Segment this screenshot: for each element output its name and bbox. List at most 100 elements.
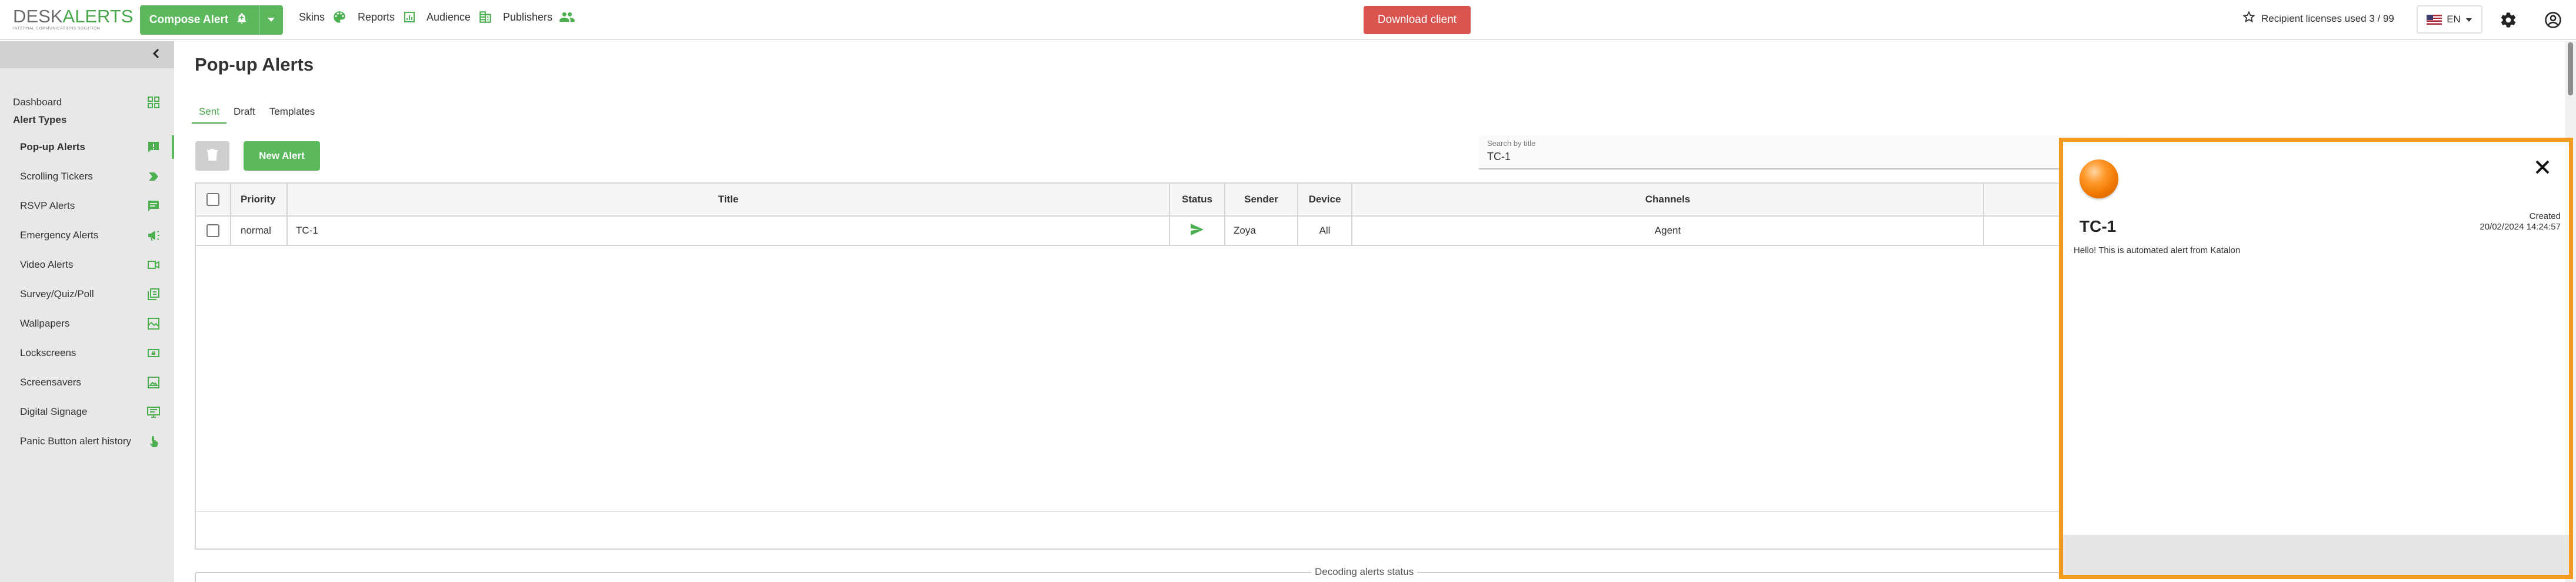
tab-draft[interactable]: Draft [226, 104, 262, 124]
sidebar-item-lockscreens[interactable]: Lockscreens [0, 341, 174, 365]
ticker-icon [146, 169, 161, 184]
language-selector[interactable]: EN [2417, 5, 2482, 34]
nav-reports-label: Reports [358, 11, 395, 23]
us-flag-icon [2427, 14, 2442, 25]
compose-alert-button[interactable]: Compose Alert [140, 5, 258, 35]
panic-hand-icon [146, 434, 161, 449]
sidebar-item-popup-alerts[interactable]: Pop-up Alerts [0, 135, 174, 159]
alert-tabs: Sent Draft Templates [192, 104, 322, 124]
header-priority[interactable]: Priority [231, 184, 288, 215]
logo-subtitle: INTERNAL COMMUNICATIONS SOLUTION [13, 26, 101, 31]
decoding-status-label: Decoding alerts status [1311, 566, 1418, 578]
video-icon [146, 257, 161, 272]
nav-skins[interactable]: Skins [299, 8, 348, 26]
created-label: Created [2529, 211, 2561, 221]
compose-dropdown-toggle[interactable] [259, 5, 283, 35]
signage-icon [146, 404, 161, 420]
popup-title: TC-1 [2080, 217, 2117, 235]
sidebar-item-video-alerts[interactable]: Video Alerts [0, 253, 174, 277]
cell-priority: normal [231, 217, 288, 245]
close-icon[interactable] [2532, 157, 2552, 177]
orange-orb-icon [2080, 159, 2118, 198]
lockscreen-icon [146, 345, 161, 361]
sidebar-item-dashboard[interactable]: Dashboard [0, 91, 174, 114]
sidebar-item-label: Emergency Alerts [20, 230, 99, 241]
collapse-sidebar-button[interactable] [148, 47, 164, 62]
nav-publishers[interactable]: Publishers [503, 8, 576, 26]
sidebar-item-label: Video Alerts [20, 259, 74, 270]
deskalerts-logo[interactable]: DESKALERTS INTERNAL COMMUNICATIONS SOLUT… [13, 7, 133, 31]
sidebar-item-label: Digital Signage [20, 406, 88, 417]
people-icon [558, 8, 576, 26]
sidebar-item-label: Scrolling Tickers [20, 171, 93, 182]
sidebar-section-title: Alert Types [13, 114, 67, 125]
language-code: EN [2447, 14, 2461, 25]
cell-sender: Zoya [1225, 217, 1298, 245]
page-scrollbar-thumb[interactable] [2568, 42, 2573, 95]
header-select-all [196, 184, 231, 215]
licenses-text: Recipient licenses used 3 / 99 [2261, 12, 2394, 24]
alert-preview-popup: TC-1 Created 20/02/2024 14:24:57 Hello! … [2059, 138, 2573, 579]
building-icon [476, 8, 494, 26]
select-all-checkbox[interactable] [206, 193, 219, 206]
created-timestamp: 20/02/2024 14:24:57 [2480, 222, 2561, 232]
header-status[interactable]: Status [1170, 184, 1225, 215]
sidebar-item-panic-button-history[interactable]: Panic Button alert history [0, 430, 174, 453]
search-value: TC-1 [1487, 151, 1511, 162]
nav-audience-label: Audience [426, 11, 471, 23]
compose-alert-label: Compose Alert [149, 14, 229, 26]
sidebar: Dashboard Alert Types Pop-up Alerts Scro… [0, 41, 174, 582]
sidebar-item-label: Lockscreens [20, 347, 76, 358]
header-sender[interactable]: Sender [1225, 184, 1298, 215]
search-by-title-input[interactable]: Search by title TC-1 [1479, 135, 2126, 169]
caret-down-icon [267, 15, 275, 25]
new-alert-button[interactable]: New Alert [244, 141, 320, 171]
header-device[interactable]: Device [1298, 184, 1352, 215]
download-client-button[interactable]: Download client [1364, 6, 1471, 34]
sidebar-item-label: Survey/Quiz/Poll [20, 288, 94, 300]
sidebar-item-rsvp-alerts[interactable]: RSVP Alerts [0, 194, 174, 218]
header-channels[interactable]: Channels [1352, 184, 1984, 215]
dashboard-grid-icon [146, 95, 161, 110]
star-icon [2242, 11, 2255, 26]
sidebar-item-label: Dashboard [13, 97, 62, 108]
wallpaper-icon [146, 316, 161, 331]
sidebar-item-emergency-alerts[interactable]: Emergency Alerts [0, 224, 174, 247]
bar-chart-icon [401, 8, 418, 26]
sidebar-item-screensavers[interactable]: Screensavers [0, 371, 174, 394]
tab-sent[interactable]: Sent [192, 104, 226, 124]
sidebar-item-label: Panic Button alert history [20, 435, 131, 447]
tab-templates[interactable]: Templates [262, 104, 322, 124]
delete-button[interactable] [195, 141, 229, 171]
row-select [196, 217, 231, 245]
chevron-down-icon [2465, 14, 2472, 25]
sidebar-item-scrolling-tickers[interactable]: Scrolling Tickers [0, 165, 174, 188]
sidebar-item-label: Pop-up Alerts [20, 141, 85, 152]
cell-title[interactable]: TC-1 [288, 217, 1170, 245]
cell-device: All [1298, 217, 1352, 245]
trash-icon [206, 148, 218, 165]
logo-text-alerts: ALERTS [62, 6, 134, 26]
sidebar-collapse-bar [0, 41, 174, 68]
nav-reports[interactable]: Reports [358, 8, 418, 26]
account-circle-icon[interactable] [2542, 9, 2564, 31]
page-title: Pop-up Alerts [195, 54, 314, 75]
recipient-licenses[interactable]: Recipient licenses used 3 / 99 [2242, 11, 2394, 26]
rsvp-icon [146, 198, 161, 214]
top-header: DESKALERTS INTERNAL COMMUNICATIONS SOLUT… [0, 0, 2576, 40]
cell-status [1170, 217, 1225, 245]
nav-audience[interactable]: Audience [426, 8, 494, 26]
survey-icon [146, 287, 161, 302]
sent-icon [1190, 223, 1204, 239]
sidebar-item-digital-signage[interactable]: Digital Signage [0, 400, 174, 424]
search-label: Search by title [1487, 139, 1536, 148]
header-title[interactable]: Title [288, 184, 1170, 215]
sidebar-item-label: RSVP Alerts [20, 200, 75, 211]
nav-publishers-label: Publishers [503, 11, 553, 23]
sidebar-item-survey-quiz-poll[interactable]: Survey/Quiz/Poll [0, 282, 174, 306]
settings-gear-icon[interactable] [2498, 9, 2519, 31]
row-checkbox[interactable] [206, 224, 219, 237]
popup-body-text: Hello! This is automated alert from Kata… [2074, 245, 2241, 255]
sidebar-item-label: Wallpapers [20, 318, 70, 329]
sidebar-item-wallpapers[interactable]: Wallpapers [0, 312, 174, 335]
